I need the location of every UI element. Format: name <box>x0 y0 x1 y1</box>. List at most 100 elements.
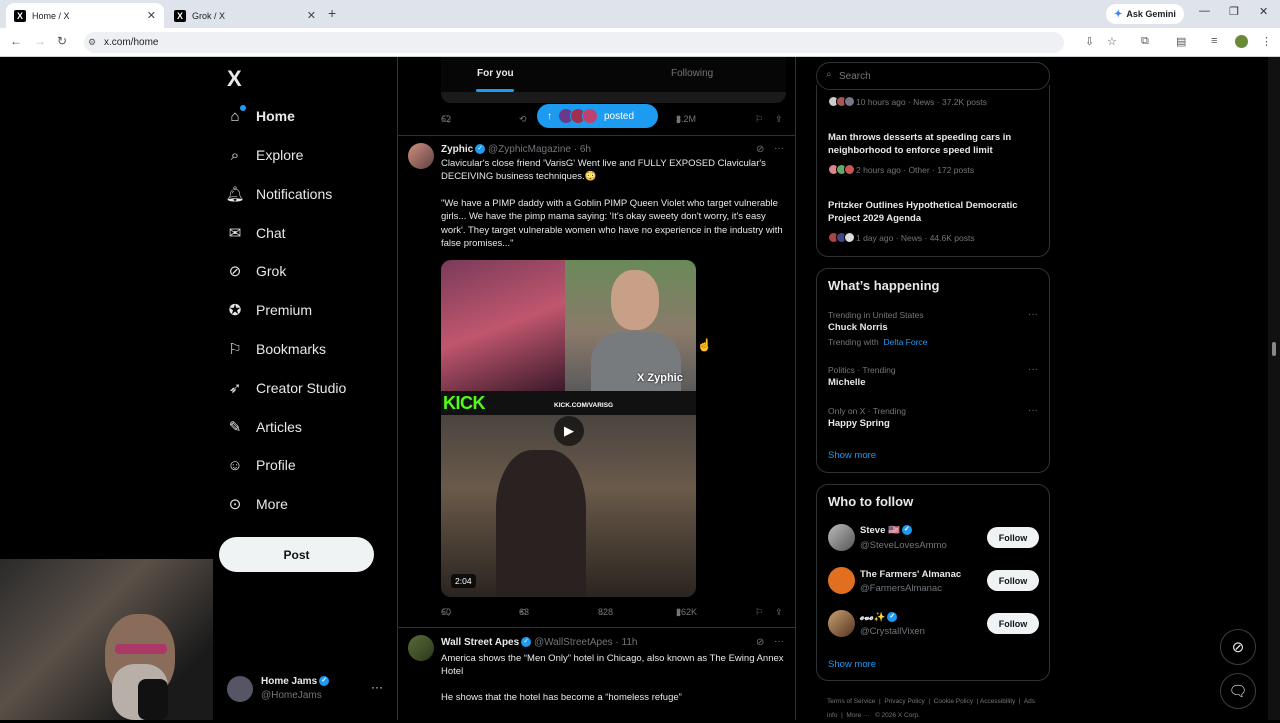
account-switcher[interactable]: Home Jams ✓ @HomeJams ··· <box>227 674 387 704</box>
trend-more-icon[interactable]: ··· <box>1028 364 1038 375</box>
close-window-icon[interactable]: ✕ <box>1259 5 1268 18</box>
site-info-icon[interactable]: ⚙ <box>88 37 96 48</box>
footer-link[interactable]: Cookie Policy <box>934 698 973 705</box>
avatar[interactable] <box>828 567 855 594</box>
trend-name[interactable]: Michelle <box>828 377 866 388</box>
x-logo-icon[interactable]: X <box>227 66 242 92</box>
new-tab-button[interactable]: + <box>328 5 336 21</box>
trend-more-icon[interactable]: ··· <box>1028 405 1038 416</box>
scrollbar-thumb[interactable] <box>1272 342 1276 356</box>
nav-premium[interactable]: ✪ Premium <box>226 295 312 325</box>
grok-explain-icon[interactable]: ⊘ <box>756 144 764 155</box>
grok-explain-icon[interactable]: ⊘ <box>756 637 764 648</box>
media-controls-icon[interactable]: ≡ <box>1211 35 1217 47</box>
nav-more[interactable]: ⊙ More <box>226 489 288 519</box>
post-button[interactable]: Post <box>219 537 374 572</box>
close-tab-icon[interactable]: ✕ <box>147 9 156 22</box>
browser-profile-avatar[interactable] <box>1235 35 1248 48</box>
mouse-cursor-icon: ☝ <box>697 338 712 352</box>
avatar[interactable] <box>408 143 434 169</box>
tweet-author-name[interactable]: Zyphic <box>441 144 473 155</box>
news-headline[interactable]: Pritzker Outlines Hypothetical Democrati… <box>828 199 1042 225</box>
user-handle[interactable]: @FarmersAlmanac <box>860 583 942 594</box>
trend-name[interactable]: Happy Spring <box>828 418 890 429</box>
tweet-author-name[interactable]: Wall Street Apes <box>441 637 519 648</box>
tab-grok[interactable]: X Grok / X ✕ <box>166 3 324 28</box>
share-button[interactable]: ⇪ <box>775 607 783 618</box>
url-field[interactable]: x.com/home <box>84 32 1064 53</box>
footer-link[interactable]: Terms of Service <box>827 698 875 705</box>
restore-icon[interactable]: ❐ <box>1229 5 1239 18</box>
user-name[interactable]: The Farmers' Almanac <box>860 569 961 580</box>
news-meta: 2 hours ago · Other · 172 posts <box>828 164 974 175</box>
user-name[interactable]: Steve 🇺🇸 ✓ <box>860 525 912 536</box>
tweet-time[interactable]: · 6h <box>574 144 591 155</box>
show-more-link[interactable]: Show more <box>828 659 876 670</box>
tweet-more-icon[interactable]: ··· <box>774 143 784 154</box>
avatar[interactable] <box>828 610 855 637</box>
trend-more-icon[interactable]: ··· <box>1028 309 1038 320</box>
new-posts-pill[interactable]: ↑ posted <box>537 104 658 128</box>
footer-link[interactable]: More ··· <box>846 712 869 719</box>
user-handle[interactable]: @CrystallVixen <box>860 626 925 637</box>
tweet-author-handle[interactable]: @WallStreetApes <box>534 637 613 648</box>
page-scrollbar[interactable] <box>1268 57 1280 720</box>
bookmark-star-icon[interactable]: ☆ <box>1107 35 1117 48</box>
user-handle[interactable]: @SteveLovesAmmo <box>860 540 947 551</box>
avatar <box>227 676 253 702</box>
account-menu-icon[interactable]: ··· <box>371 680 383 694</box>
play-icon[interactable]: ▶ <box>554 416 584 446</box>
tweet-time[interactable]: · 11h <box>615 637 637 648</box>
follow-button[interactable]: Follow <box>987 613 1039 634</box>
browser-tab-bar: X Home / X ✕ X Grok / X ✕ + ✦ Ask Gemini… <box>0 0 1280 28</box>
tweet-video[interactable]: X Zyphic KICK KICK.COM/VARISG ▶ 2:04 <box>441 260 696 597</box>
trend-with-link[interactable]: Delta Force <box>883 337 927 347</box>
footer-link[interactable]: Privacy Policy <box>884 698 924 705</box>
bookmark-button[interactable]: ⚐ <box>755 607 763 618</box>
follow-button[interactable]: Follow <box>987 570 1039 591</box>
nav-profile[interactable]: ☺ Profile <box>226 450 295 480</box>
grok-fab-icon[interactable]: ⊘ <box>1220 629 1256 665</box>
sidepanel-icon[interactable]: ▤ <box>1176 35 1186 48</box>
install-app-icon[interactable]: ⇩ <box>1085 35 1094 48</box>
browser-menu-icon[interactable]: ⋮ <box>1261 35 1272 48</box>
news-headline[interactable]: Man throws desserts at speeding cars in … <box>828 131 1042 157</box>
forward-icon[interactable]: → <box>34 34 46 48</box>
share-button[interactable]: ⇪ <box>775 114 783 125</box>
nav-bookmarks[interactable]: ⚐ Bookmarks <box>226 334 326 364</box>
user-name[interactable]: 𝓮𝓿𝓮✨ ✓ <box>860 612 898 623</box>
tab-following[interactable]: Following <box>671 68 713 79</box>
nav-articles[interactable]: ✎ Articles <box>226 412 302 442</box>
bookmark-button[interactable]: ⚐ <box>755 114 763 125</box>
ask-gemini-button[interactable]: ✦ Ask Gemini <box>1106 4 1184 24</box>
trend-name[interactable]: Chuck Norris <box>828 322 888 333</box>
verified-badge-icon: ✓ <box>887 612 898 623</box>
nav-creator-studio[interactable]: ➶ Creator Studio <box>226 373 347 403</box>
tweet-more-icon[interactable]: ··· <box>774 636 784 647</box>
nav-home[interactable]: ⌂ Home <box>226 101 295 131</box>
x-favicon-icon: X <box>174 9 186 22</box>
tweet-author-handle[interactable]: @ZyphicMagazine <box>488 144 571 155</box>
article-icon: ✎ <box>228 419 242 436</box>
close-tab-icon[interactable]: ✕ <box>307 9 316 22</box>
avatar[interactable] <box>408 635 434 661</box>
nav-grok[interactable]: ⊘ Grok <box>226 256 287 286</box>
minimize-icon[interactable]: — <box>1199 5 1210 17</box>
posted-avatars <box>558 108 598 124</box>
nav-explore[interactable]: ⌕ Explore <box>226 140 304 170</box>
avatar[interactable] <box>828 524 855 551</box>
tab-home[interactable]: X Home / X ✕ <box>6 3 164 28</box>
nav-chat[interactable]: ✉ Chat <box>226 218 286 248</box>
address-bar-row: ← → ↻ x.com/home ⚙ ⇩ ☆ ⧉ ▤ ≡ ⋮ <box>0 28 1280 57</box>
nav-label: Chat <box>256 225 286 241</box>
show-more-link[interactable]: Show more <box>828 450 876 461</box>
reload-icon[interactable]: ↻ <box>57 34 67 48</box>
tab-for-you[interactable]: For you <box>477 68 514 79</box>
back-icon[interactable]: ← <box>10 34 22 48</box>
extensions-icon[interactable]: ⧉ <box>1141 35 1149 48</box>
ask-gemini-label: Ask Gemini <box>1126 9 1176 19</box>
chat-fab-icon[interactable]: 🗨︎ <box>1220 673 1256 709</box>
follow-button[interactable]: Follow <box>987 527 1039 548</box>
nav-notifications[interactable]: 🔔︎ Notifications <box>225 179 332 209</box>
footer-link[interactable]: Accessibility <box>980 698 1015 705</box>
